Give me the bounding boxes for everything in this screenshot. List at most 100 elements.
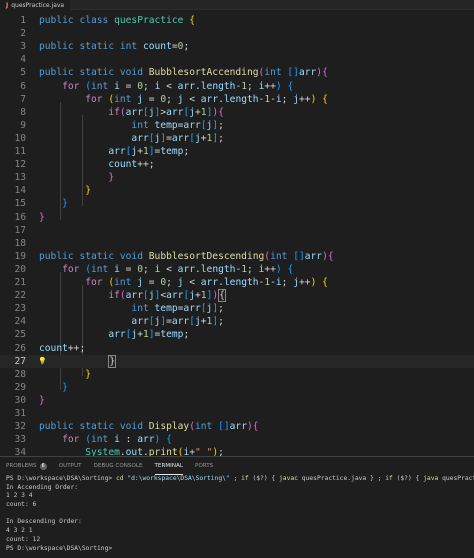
terminal-text: "d:\workspace\DSA\Sorting\": [127, 475, 230, 482]
code-text: }: [39, 171, 114, 184]
code-token: ;: [166, 93, 178, 105]
code-line[interactable]: 8 if(arr[j]>arr[j+1]){: [0, 106, 474, 119]
line-number: 23: [14, 303, 26, 315]
code-line[interactable]: 1 public class quesPractice {: [0, 14, 474, 27]
line-number: 25: [14, 329, 26, 341]
code-line[interactable]: 29 }: [0, 381, 474, 394]
code-line[interactable]: 10 arr[j]=arr[j+1];: [0, 132, 474, 145]
terminal-line: 1 2 3 4: [6, 492, 468, 501]
code-line[interactable]: 9 int temp=arr[j];: [0, 119, 474, 132]
panel-tab-output[interactable]: OUTPUT: [59, 457, 82, 475]
panel-tab-problems[interactable]: PROBLEMS 6: [6, 457, 47, 475]
code-line[interactable]: 19 public static void BubblesortDescendin…: [0, 250, 474, 263]
code-editor[interactable]: 1 public class quesPractice {2 3 public sta…: [0, 10, 474, 456]
code-token: {: [322, 277, 328, 288]
code-line[interactable]: 27 💡 }: [0, 354, 474, 368]
code-token: length: [200, 80, 236, 92]
line-number: 17: [14, 224, 26, 236]
code-token: int: [114, 93, 138, 105]
code-line[interactable]: 21 for (int j = 0; j < arr.length-1-i; j…: [0, 276, 474, 289]
code-token: ++: [299, 93, 311, 105]
code-line[interactable]: 17: [0, 224, 474, 237]
code-line[interactable]: 2: [0, 27, 474, 40]
code-line[interactable]: 24 arr[j]=arr[j+1];: [0, 315, 474, 328]
code-line[interactable]: 22 if(arr[j]<arr[j+1]){: [0, 289, 474, 303]
code-token: count: [39, 342, 68, 354]
code-line[interactable]: 31: [0, 407, 474, 420]
code-token: }: [39, 394, 45, 406]
code-line[interactable]: 4: [0, 53, 474, 66]
code-line[interactable]: 26 count++;: [0, 342, 474, 355]
code-line[interactable]: 32 public static void Display(int []arr){: [0, 420, 474, 433]
panel-tab-label: OUTPUT: [58, 463, 82, 469]
code-line[interactable]: 12 count++;: [0, 158, 474, 171]
panel-tab-ports[interactable]: PORTS: [195, 457, 213, 475]
code-line[interactable]: 5 public static void BubblesortAccending(…: [0, 66, 474, 79]
code-token: ;: [247, 263, 259, 275]
code-line[interactable]: 25 arr[j+1]=temp;: [0, 328, 474, 341]
code-token: arr: [200, 93, 219, 105]
code-line[interactable]: 18: [0, 237, 474, 250]
line-number: 11: [14, 146, 26, 157]
line-number: 22: [14, 290, 26, 302]
code-line[interactable]: 15 }: [0, 197, 474, 210]
code-token: ;: [218, 447, 224, 456]
panel-tab-debug-console[interactable]: DEBUG CONSOLE: [94, 457, 143, 475]
line-number: 20: [14, 263, 26, 275]
code-token: for: [85, 93, 109, 105]
panel-tab-terminal[interactable]: TERMINAL: [154, 457, 183, 475]
code-token: temp: [160, 146, 184, 157]
code-line[interactable]: 23 int temp=arr[j];: [0, 302, 474, 315]
code-text: for (int i = 0; i < arr.length-1; i++) {: [39, 263, 293, 276]
code-text: public static void BubblesortAccending(i…: [39, 66, 328, 79]
code-line[interactable]: 7 for (int j = 0; j < arr.length-1-i; j+…: [0, 93, 474, 106]
code-line[interactable]: 14 }: [0, 184, 474, 197]
terminal-text: if: [385, 475, 393, 482]
code-token: Display: [148, 421, 190, 433]
code-line[interactable]: 30}: [0, 394, 474, 407]
code-line[interactable]: 6 for (int i = 0; i < arr.length-1; i++)…: [0, 80, 474, 93]
code-token: ;: [281, 277, 294, 288]
code-line[interactable]: 28 }: [0, 368, 474, 381]
code-token: temp: [160, 329, 184, 341]
line-number: 34: [14, 447, 26, 456]
code-token: ;: [183, 41, 190, 53]
code-line[interactable]: 3 public static int count=0;: [0, 40, 474, 53]
code-line[interactable]: 13 }: [0, 171, 474, 184]
code-token: }: [108, 172, 115, 184]
terminal-text: quesPractice }: [442, 475, 474, 482]
terminal-line: In Accending Order:: [6, 484, 468, 493]
code-line[interactable]: 20 for (int i = 0; i < arr.length-1; i++…: [0, 263, 474, 276]
code-token: arr: [108, 146, 126, 157]
code-line[interactable]: 33 for (int i : arr) {: [0, 433, 474, 446]
code-token: public: [39, 421, 80, 433]
code-token: {: [252, 421, 259, 433]
code-text: }: [39, 197, 68, 210]
code-line[interactable]: 34 System.out.print(i+" ");: [0, 446, 474, 456]
code-line[interactable]: 16}: [0, 211, 474, 224]
code-token: {: [189, 15, 195, 26]
file-tab[interactable]: J quesPractice.java: [0, 0, 71, 10]
terminal-line: In Descending Order:: [6, 518, 468, 527]
code-text: public class quesPractice {: [39, 14, 195, 27]
code-token: arr: [229, 421, 247, 433]
terminal-text: ($?) {: [248, 475, 280, 482]
line-number: 31: [14, 408, 26, 419]
editor-tab-bar: J quesPractice.java: [0, 0, 474, 10]
code-line[interactable]: 11 arr[j+1]=temp;: [0, 145, 474, 158]
code-token: }: [39, 211, 45, 223]
line-number: 30: [14, 394, 26, 406]
code-text: count++;: [39, 342, 85, 355]
terminal-output[interactable]: PS D:\workspace\DSA\Sorting> cd "d:\work…: [0, 475, 474, 553]
terminal-text: In Accending Order:: [6, 483, 79, 491]
